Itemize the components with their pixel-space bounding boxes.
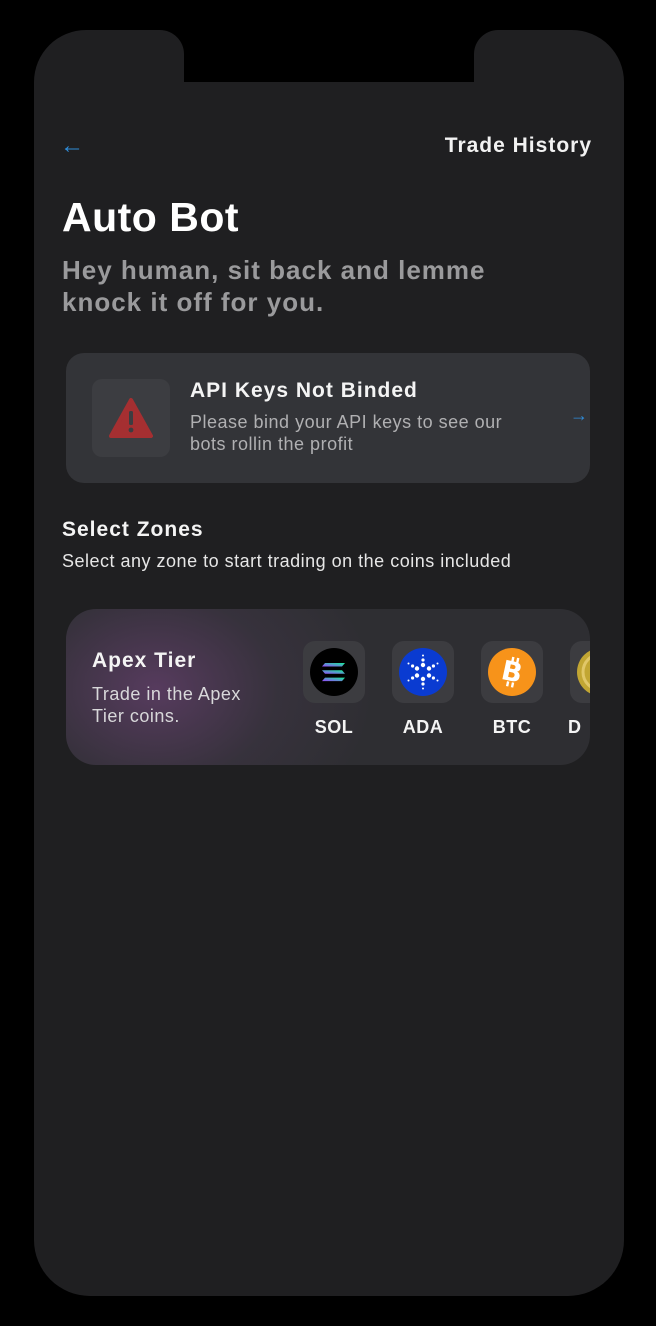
page-subtitle: Hey human, sit back and lemme knock it o…: [62, 255, 486, 317]
warning-triangle-icon: [109, 398, 153, 438]
zone-name: Apex Tier: [92, 649, 197, 672]
coin-tile: [392, 641, 454, 703]
coin-tile: [570, 641, 590, 703]
coin-symbol: BTC: [492, 717, 532, 737]
coin-symbol: D: [568, 717, 582, 737]
api-card-description: Please bind your API keys to see our bot…: [190, 412, 503, 454]
coin-doge[interactable]: D: [568, 641, 590, 741]
solana-icon: [310, 648, 358, 696]
zone-card-apex-tier[interactable]: Apex Tier Trade in the Apex Tier coins. …: [66, 609, 590, 765]
cardano-icon: [399, 648, 447, 696]
coin-symbol: ADA: [402, 717, 444, 737]
warning-icon-tile: [92, 379, 170, 457]
api-card-title: API Keys Not Binded: [190, 379, 418, 402]
coin-btc[interactable]: B BTC: [481, 641, 543, 741]
coin-tile: [303, 641, 365, 703]
coin-sol[interactable]: SOL: [303, 641, 365, 741]
coin-symbol: SOL: [314, 717, 354, 737]
page-title: Auto Bot: [62, 194, 240, 240]
zone-description: Trade in the Apex Tier coins.: [92, 684, 241, 726]
arrow-right-icon[interactable]: →: [570, 405, 588, 426]
select-zones-heading: Select Zones: [62, 518, 204, 541]
trade-history-link[interactable]: Trade History: [445, 134, 592, 158]
api-keys-card[interactable]: API Keys Not Binded Please bind your API…: [66, 353, 590, 483]
bitcoin-icon: B: [488, 648, 536, 696]
coin-ada[interactable]: ADA: [392, 641, 454, 741]
select-zones-description: Select any zone to start trading on the …: [62, 551, 512, 571]
coin-tile: B: [481, 641, 543, 703]
back-arrow-icon[interactable]: ←: [60, 132, 88, 160]
dogecoin-icon: [577, 650, 590, 694]
